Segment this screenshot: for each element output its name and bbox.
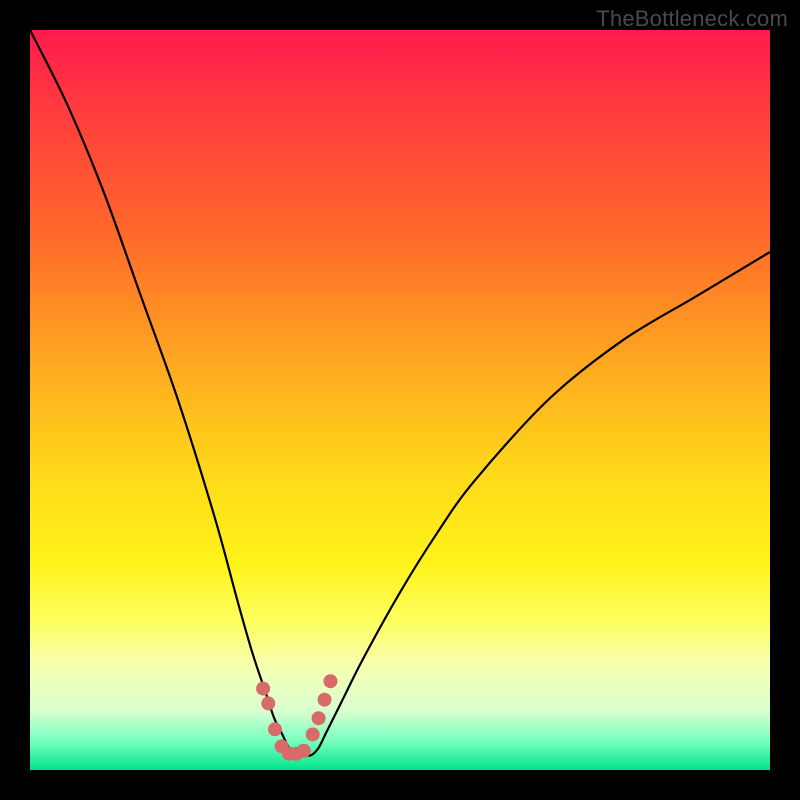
plot-area xyxy=(30,30,770,770)
bottleneck-curve xyxy=(30,30,770,756)
highlight-dot xyxy=(312,711,326,725)
highlight-dot xyxy=(297,744,311,758)
watermark-text: TheBottleneck.com xyxy=(596,6,788,32)
highlight-dot xyxy=(256,682,270,696)
highlight-dot xyxy=(318,693,332,707)
bottleneck-curve-svg xyxy=(30,30,770,770)
highlight-dot xyxy=(261,696,275,710)
highlight-dot xyxy=(306,727,320,741)
chart-frame: TheBottleneck.com xyxy=(0,0,800,800)
highlight-dot xyxy=(268,722,282,736)
highlight-dot xyxy=(323,674,337,688)
highlight-dots-group xyxy=(256,674,337,761)
